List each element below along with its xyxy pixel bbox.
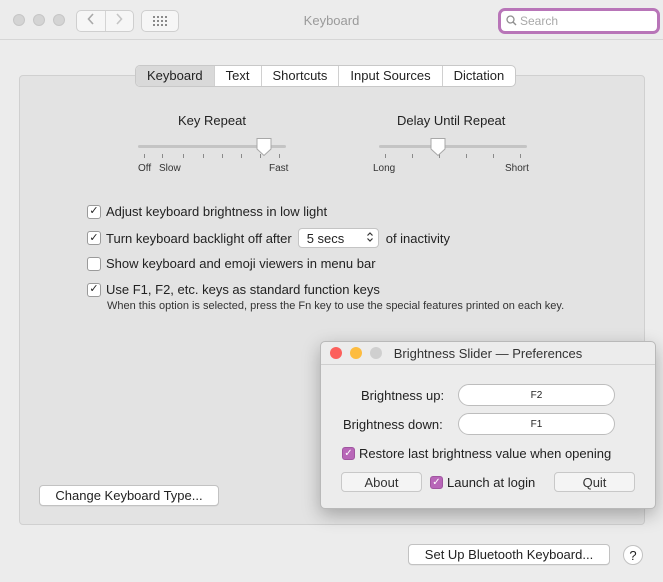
key-repeat-slider-thumb[interactable] xyxy=(255,137,273,157)
adjust-brightness-option: ✓ Adjust keyboard brightness in low ligh… xyxy=(87,204,327,219)
delay-long-label: Long xyxy=(373,163,396,174)
tab-bar: Keyboard Text Shortcuts Input Sources Di… xyxy=(135,65,517,87)
tab-input-sources[interactable]: Input Sources xyxy=(338,66,441,86)
launch-at-login-label: Launch at login xyxy=(447,475,536,490)
restore-brightness-checkbox[interactable]: ✓ xyxy=(342,447,355,460)
quit-button[interactable]: Quit xyxy=(554,472,635,492)
tab-keyboard[interactable]: Keyboard xyxy=(136,66,214,86)
fn-keys-option: ✓ Use F1, F2, etc. keys as standard func… xyxy=(87,282,380,297)
backlight-timeout-popup[interactable]: 5 secs xyxy=(297,228,379,248)
fn-keys-checkbox[interactable]: ✓ xyxy=(87,282,101,297)
show-viewers-label: Show keyboard and emoji viewers in menu … xyxy=(106,256,376,271)
launch-at-login-option: ✓ Launch at login xyxy=(430,475,535,490)
updown-chevron-icon xyxy=(366,231,374,246)
delay-tick xyxy=(520,154,521,158)
backlight-off-option: ✓ Turn keyboard backlight off after 5 se… xyxy=(87,228,450,248)
delay-tick xyxy=(412,154,413,158)
tab-shortcuts[interactable]: Shortcuts xyxy=(260,66,339,86)
adjust-brightness-checkbox[interactable]: ✓ xyxy=(87,204,101,219)
backlight-off-checkbox[interactable]: ✓ xyxy=(87,231,101,245)
about-button[interactable]: About xyxy=(341,472,422,492)
delay-short-label: Short xyxy=(505,163,529,174)
key-repeat-off-label: Off xyxy=(138,163,152,174)
key-repeat-tick xyxy=(162,154,163,158)
key-repeat-tick xyxy=(183,154,184,158)
key-repeat-tick xyxy=(241,154,242,158)
backlight-off-suffix: of inactivity xyxy=(385,230,451,246)
key-repeat-slow-label: Slow xyxy=(159,163,181,174)
key-repeat-tick xyxy=(144,154,145,158)
brightness-up-label: Brightness up: xyxy=(361,388,445,403)
key-repeat-tick xyxy=(203,154,204,158)
brightness-up-shortcut-field[interactable]: F2 xyxy=(458,384,615,406)
show-viewers-option: Show keyboard and emoji viewers in menu … xyxy=(87,256,376,271)
tab-text[interactable]: Text xyxy=(213,66,261,86)
tab-dictation[interactable]: Dictation xyxy=(441,66,516,86)
delay-until-repeat-track xyxy=(379,145,527,148)
restore-brightness-option: ✓ Restore last brightness value when ope… xyxy=(342,446,611,461)
restore-brightness-label: Restore last brightness value when openi… xyxy=(359,446,612,461)
search-input[interactable] xyxy=(520,14,650,28)
delay-until-repeat-slider-thumb[interactable] xyxy=(429,137,447,157)
brightness-down-label: Brightness down: xyxy=(343,417,443,432)
delay-tick xyxy=(466,154,467,158)
title-bar: Keyboard xyxy=(0,0,663,40)
brightness-down-shortcut-field[interactable]: F1 xyxy=(458,413,615,435)
backlight-timeout-value: 5 secs xyxy=(306,230,345,246)
preferences-title-bar: Brightness Slider — Preferences xyxy=(321,342,655,365)
help-button[interactable]: ? xyxy=(623,545,643,565)
adjust-brightness-label: Adjust keyboard brightness in low light xyxy=(106,204,328,219)
key-repeat-tick xyxy=(222,154,223,158)
backlight-off-label: Turn keyboard backlight off after xyxy=(106,230,292,246)
delay-until-repeat-title: Delay Until Repeat xyxy=(397,113,506,128)
key-repeat-tick xyxy=(279,154,280,158)
change-keyboard-type-button[interactable]: Change Keyboard Type... xyxy=(39,485,219,506)
fn-keys-label: Use F1, F2, etc. keys as standard functi… xyxy=(106,282,380,297)
delay-tick xyxy=(385,154,386,158)
delay-tick xyxy=(493,154,494,158)
preferences-title: Brightness Slider — Preferences xyxy=(393,346,583,361)
show-viewers-checkbox[interactable] xyxy=(87,256,101,271)
setup-bluetooth-keyboard-button[interactable]: Set Up Bluetooth Keyboard... xyxy=(408,544,610,565)
brightness-preferences-window: Brightness Slider — Preferences Brightne… xyxy=(320,341,656,509)
launch-at-login-checkbox[interactable]: ✓ xyxy=(430,476,443,489)
search-field[interactable] xyxy=(498,8,660,34)
key-repeat-title: Key Repeat xyxy=(178,113,246,128)
fn-keys-note: When this option is selected, press the … xyxy=(107,300,565,312)
search-icon xyxy=(506,14,517,29)
key-repeat-fast-label: Fast xyxy=(269,163,289,174)
